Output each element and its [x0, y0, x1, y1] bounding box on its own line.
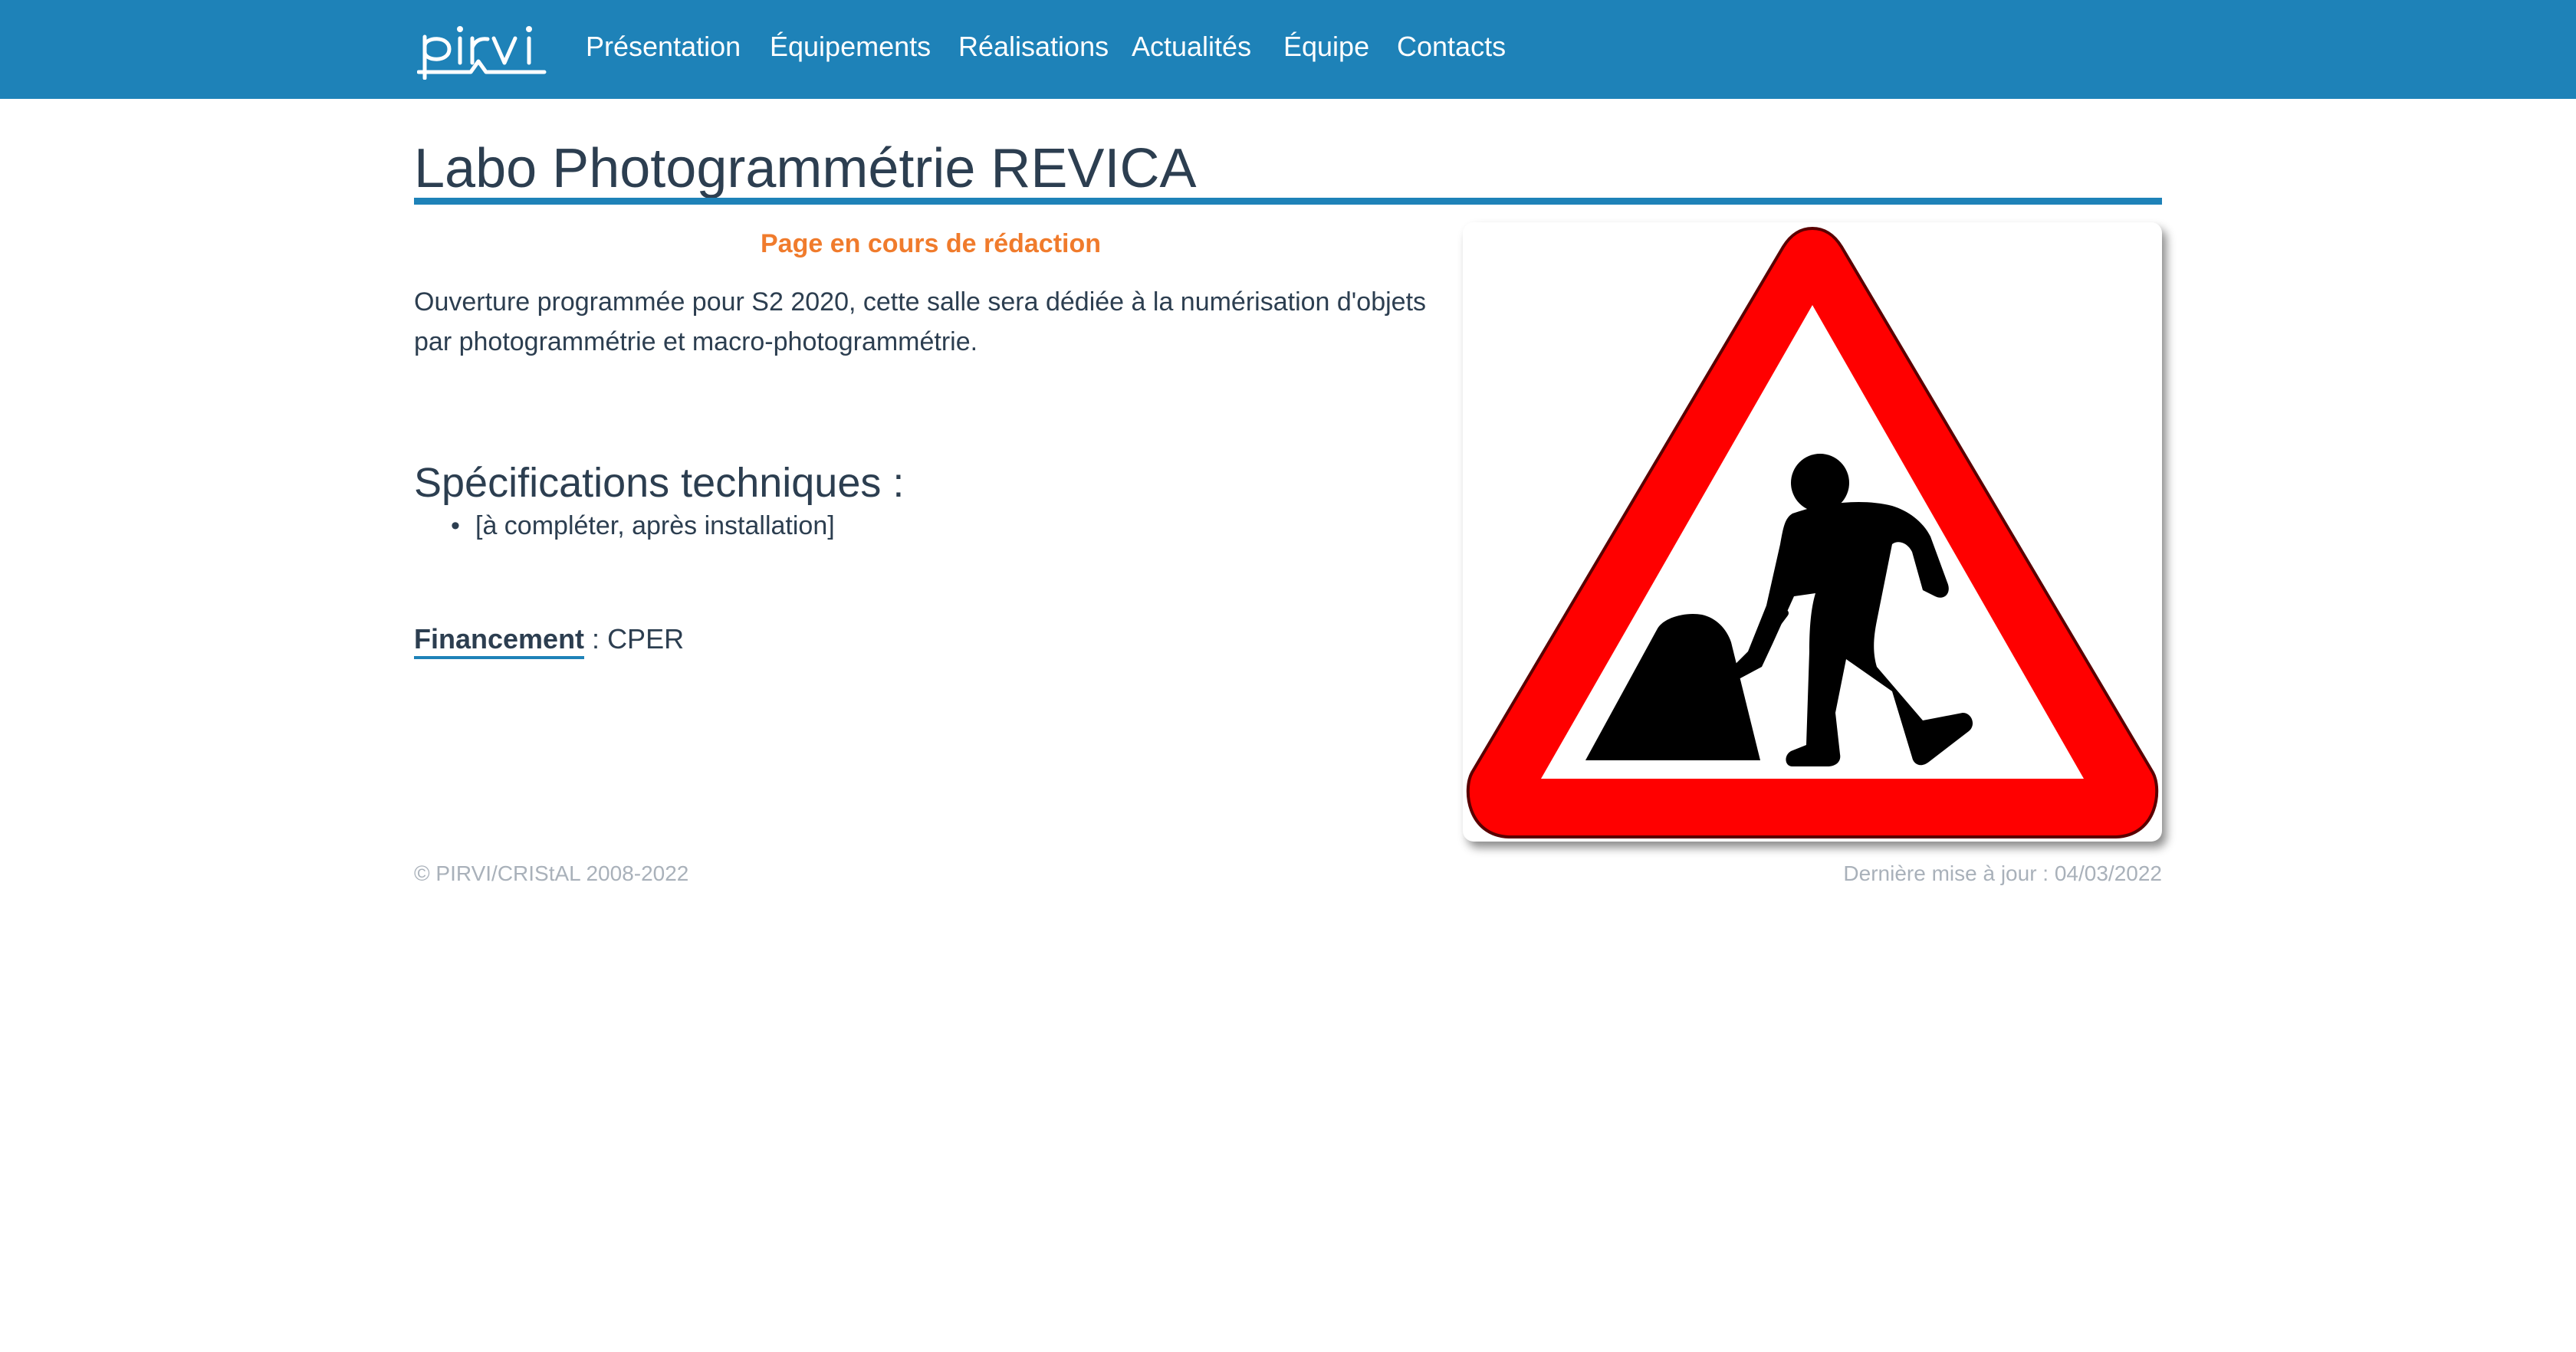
- nav-realisations[interactable]: Réalisations: [958, 28, 1109, 66]
- pirvi-logo[interactable]: [416, 15, 549, 80]
- footer-last-update: Dernière mise à jour : 04/03/2022: [1843, 861, 2162, 885]
- draft-notice: Page en cours de rédaction: [760, 229, 1102, 258]
- nav-contacts[interactable]: Contacts: [1397, 28, 1506, 66]
- nav-equipe[interactable]: Équipe: [1283, 28, 1369, 66]
- funding-value: CPER: [607, 623, 685, 655]
- bullet-icon: •: [451, 511, 460, 540]
- top-navbar: Présentation Équipements Réalisations Ac…: [0, 0, 2576, 99]
- nav-equipements[interactable]: Équipements: [770, 28, 931, 66]
- footer-copyright: © PIRVI/CRIStAL 2008-2022: [414, 861, 689, 885]
- title-divider: [414, 198, 2162, 205]
- nav-actualites[interactable]: Actualités: [1132, 28, 1251, 66]
- road-works-sign-icon: [1466, 226, 2159, 838]
- funding-link[interactable]: Financement: [414, 623, 585, 659]
- pirvi-logo-icon: [416, 26, 547, 80]
- road-works-sign-image: [1463, 222, 2162, 842]
- specs-list: • [à compléter, après installation]: [414, 506, 835, 546]
- specs-item-text: [à compléter, après installation]: [475, 511, 835, 540]
- intro-paragraph: Ouverture programmée pour S2 2020, cette…: [414, 287, 1427, 356]
- funding-separator: :: [584, 623, 608, 655]
- specs-list-item: • [à compléter, après installation]: [414, 506, 835, 546]
- specs-heading: Spécifications techniques :: [414, 460, 905, 506]
- page-title: Labo Photogrammétrie REVICA: [414, 138, 1197, 199]
- nav-presentation[interactable]: Présentation: [586, 28, 741, 66]
- funding-line: Financement : CPER: [414, 619, 684, 659]
